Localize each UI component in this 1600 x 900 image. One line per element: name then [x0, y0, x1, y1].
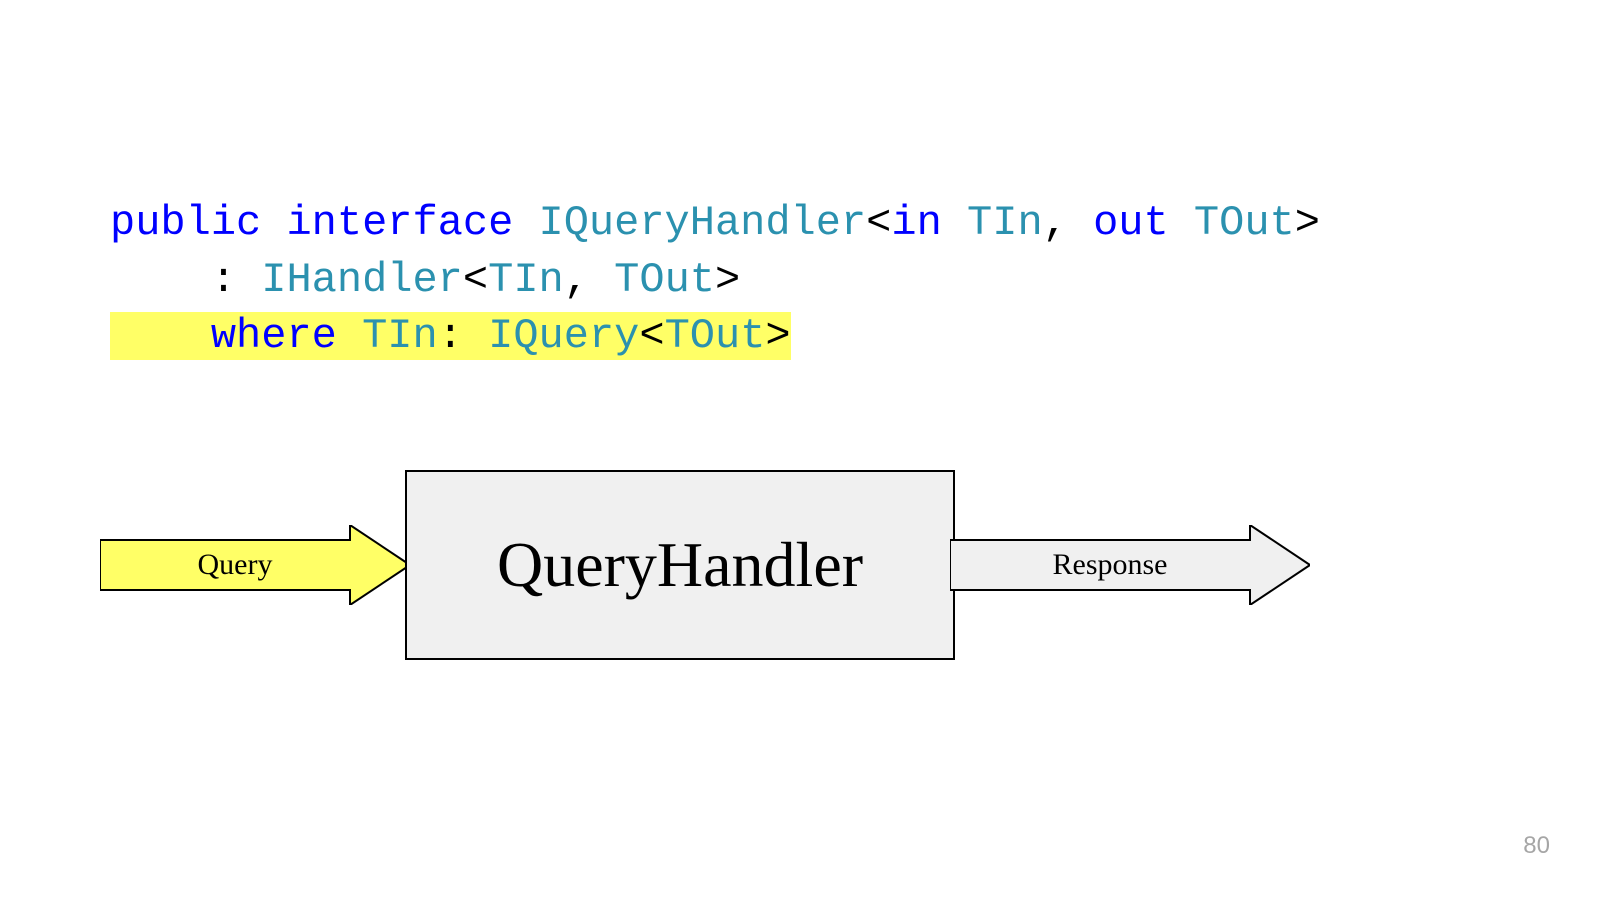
type-iquery: IQuery — [488, 312, 639, 360]
kw-in: in — [891, 199, 941, 247]
response-arrow-label: Response — [1053, 548, 1168, 581]
kw-interface: interface — [286, 199, 513, 247]
kw-public: public — [110, 199, 261, 247]
highlighted-constraint: where TIn: IQuery<TOut> — [110, 312, 791, 360]
kw-where: where — [211, 312, 337, 360]
diagram: Query QueryHandler Response — [100, 470, 1310, 660]
query-arrow: Query — [100, 525, 410, 605]
query-arrow-label: Query — [198, 548, 273, 581]
type-tout: TOut — [1194, 199, 1295, 247]
type-iqueryhandler: IQueryHandler — [539, 199, 867, 247]
type-tin: TIn — [967, 199, 1043, 247]
handler-box-label: QueryHandler — [497, 528, 863, 602]
kw-out: out — [1093, 199, 1169, 247]
response-arrow: Response — [950, 525, 1310, 605]
type-ihandler: IHandler — [261, 256, 463, 304]
slide: public interface IQueryHandler<in TIn, o… — [0, 0, 1600, 900]
code-block: public interface IQueryHandler<in TIn, o… — [110, 195, 1320, 365]
page-number: 80 — [1523, 832, 1550, 860]
handler-box: QueryHandler — [405, 470, 955, 660]
